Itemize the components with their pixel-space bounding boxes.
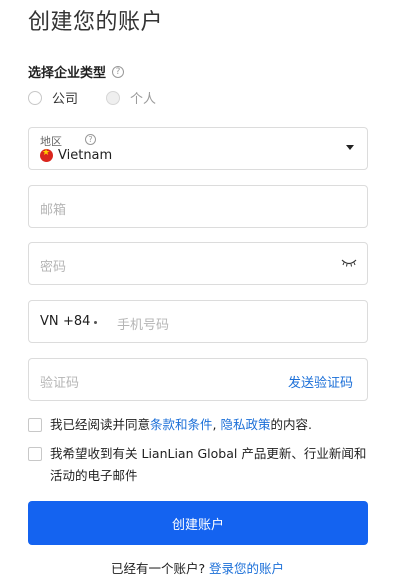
login-prefix: 已经有一个账户?: [110, 561, 210, 576]
verification-placeholder: 验证码: [40, 376, 80, 391]
terms-text: 我已经阅读并同意条款和条件, 隐私政策的内容.: [50, 414, 312, 436]
terms-prefix: 我已经阅读并同意: [50, 417, 151, 432]
privacy-link[interactable]: 隐私政策: [220, 417, 270, 432]
radio-individual[interactable]: 个人: [106, 88, 156, 107]
enterprise-type-label: 选择企业类型 ?: [28, 62, 125, 81]
region-value: Vietnam: [58, 148, 113, 163]
phone-placeholder: 手机号码: [117, 318, 170, 333]
radio-circle-icon[interactable]: [28, 90, 42, 105]
marketing-consent: 我希望收到有关 LianLian Global 产品更新、行业新闻和活动的电子邮…: [28, 443, 368, 487]
marketing-checkbox[interactable]: [28, 447, 42, 461]
email-placeholder: 邮箱: [40, 203, 67, 218]
enterprise-type-radio-group: 公司 个人: [28, 88, 156, 107]
email-field[interactable]: 邮箱: [28, 185, 368, 228]
create-account-button[interactable]: 创建账户: [28, 501, 368, 545]
eye-closed-icon[interactable]: [341, 259, 357, 267]
verification-code-field[interactable]: 验证码 发送验证码: [28, 358, 368, 401]
radio-company[interactable]: 公司: [28, 88, 78, 107]
phone-field[interactable]: VN +84 手机号码: [28, 300, 368, 343]
phone-country[interactable]: VN: [40, 314, 59, 329]
send-code-link[interactable]: 发送验证码: [288, 372, 353, 391]
radio-circle-icon[interactable]: [106, 90, 121, 105]
login-prompt: 已经有一个账户? 登录您的账户: [0, 558, 395, 577]
dropdown-dot-icon[interactable]: [94, 321, 97, 324]
terms-consent: 我已经阅读并同意条款和条件, 隐私政策的内容.: [28, 414, 312, 436]
terms-checkbox[interactable]: [28, 418, 42, 432]
marketing-text: 我希望收到有关 LianLian Global 产品更新、行业新闻和活动的电子邮…: [50, 446, 367, 483]
enterprise-type-label-text: 选择企业类型: [28, 66, 107, 81]
chevron-down-icon: [346, 145, 354, 150]
region-label: 地区: [40, 135, 62, 148]
terms-suffix: 的内容.: [270, 417, 312, 432]
phone-country-code[interactable]: +84: [63, 314, 90, 329]
terms-link[interactable]: 条款和条件: [150, 417, 213, 432]
login-link[interactable]: 登录您的账户: [209, 561, 284, 576]
help-icon[interactable]: ?: [112, 65, 125, 78]
region-select[interactable]: 地区 ? Vietnam: [28, 127, 368, 170]
password-field[interactable]: 密码: [28, 242, 368, 285]
radio-company-label: 公司: [52, 92, 79, 107]
password-placeholder: 密码: [40, 260, 67, 275]
vietnam-flag-icon: [40, 148, 53, 162]
help-icon[interactable]: ?: [85, 134, 96, 145]
radio-individual-label: 个人: [130, 92, 157, 107]
page-title: 创建您的账户: [28, 10, 164, 35]
